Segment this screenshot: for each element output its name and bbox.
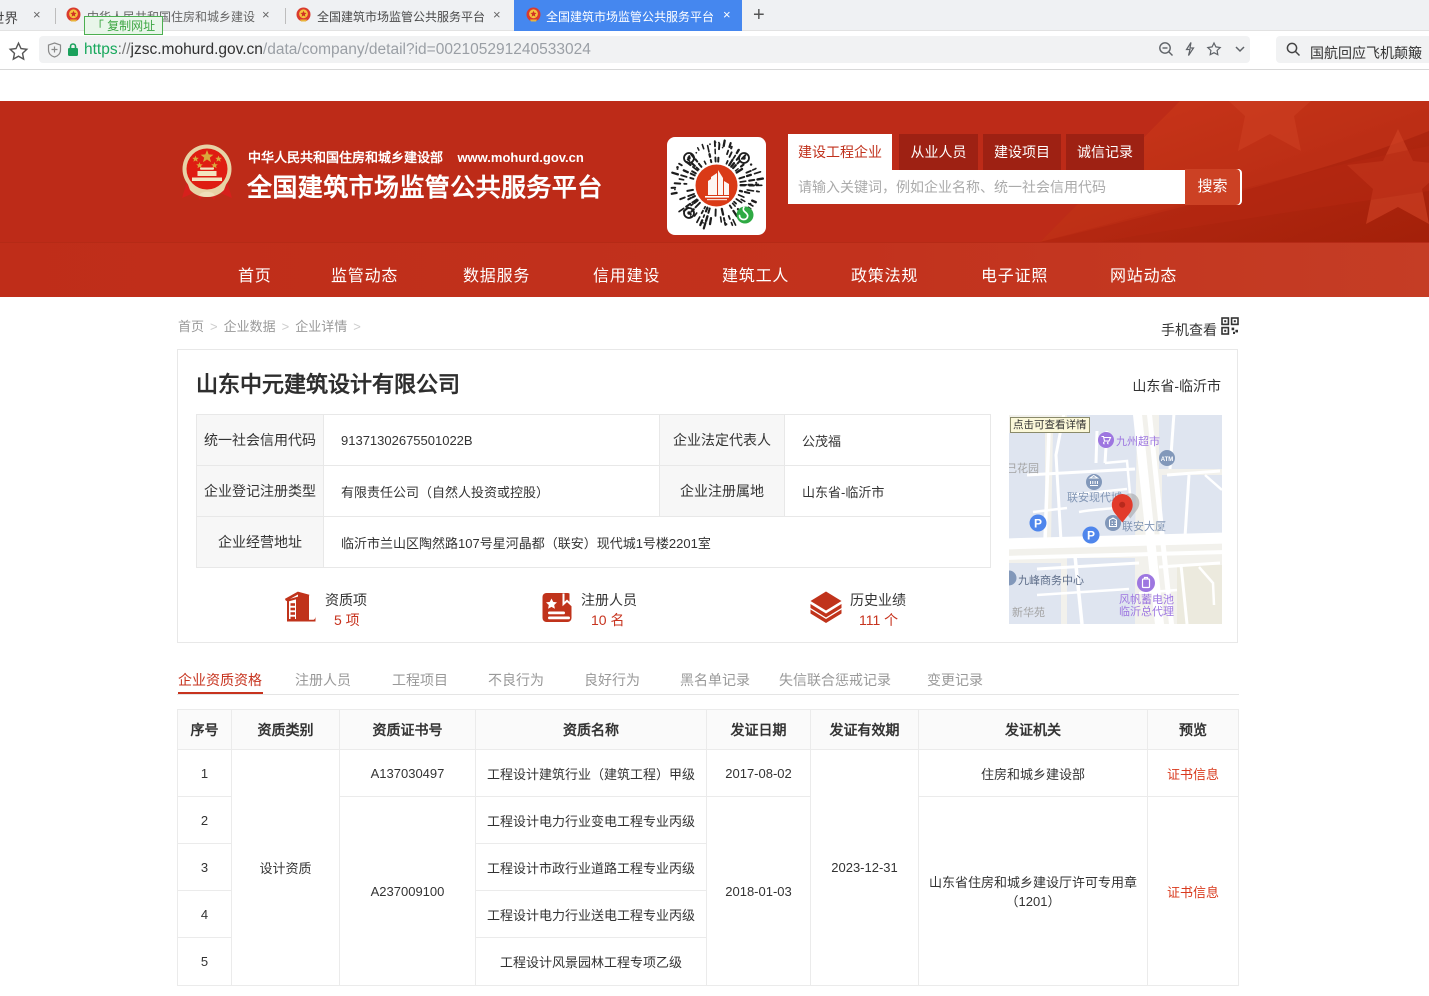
svg-text:P: P [1087,529,1095,543]
svg-text:临沂总代理: 临沂总代理 [1119,604,1174,618]
svg-text:P: P [1034,517,1042,531]
svg-text:新华苑: 新华苑 [1012,605,1045,619]
svg-text:ATM: ATM [1161,457,1174,463]
svg-text:九峰商务中心: 九峰商务中心 [1018,573,1084,587]
svg-text:风帆蓄电池: 风帆蓄电池 [1119,592,1174,606]
svg-text:己花园: 己花园 [1009,462,1039,475]
svg-text:九州超市: 九州超市 [1116,434,1160,448]
svg-text:联安大厦: 联安大厦 [1122,519,1166,533]
